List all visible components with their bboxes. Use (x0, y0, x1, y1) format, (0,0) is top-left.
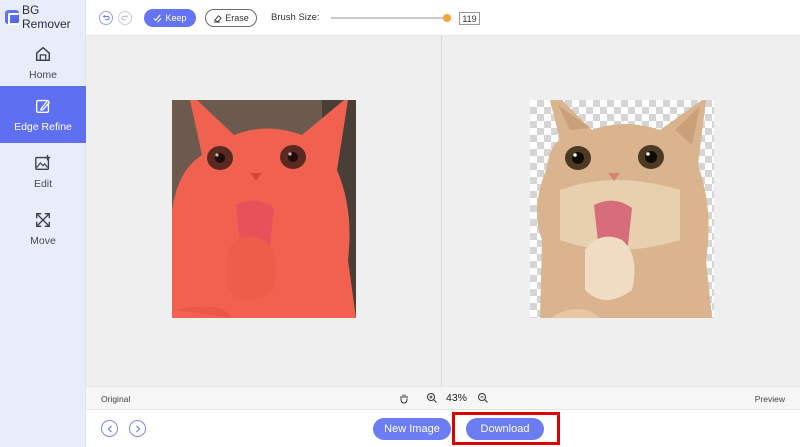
original-cat-image (172, 100, 356, 318)
canvas-area (86, 36, 800, 386)
undo-icon (102, 14, 110, 21)
sidebar-item-label: Move (30, 234, 56, 247)
erase-button[interactable]: Erase (205, 9, 257, 27)
app-brand: BG Remover (0, 0, 86, 34)
brush-size-value[interactable]: 119 (459, 12, 480, 25)
keep-label: Keep (165, 13, 187, 23)
app-logo-icon (5, 10, 20, 25)
original-label: Original (101, 394, 131, 404)
sidebar-item-edit[interactable]: Edit (0, 143, 86, 200)
top-toolbar: Keep Erase Brush Size: 119 (86, 0, 800, 36)
preview-image[interactable] (530, 100, 714, 318)
eraser-icon (214, 14, 222, 23)
status-bar: Original 43% Preview (86, 386, 800, 410)
preview-label: Preview (754, 394, 785, 404)
sidebar-item-home[interactable]: Home (0, 34, 86, 91)
erase-label: Erase (225, 13, 249, 23)
chevron-right-icon (135, 425, 140, 432)
sidebar: BG Remover Home Edge Refine Edit Move (0, 0, 86, 447)
redo-icon (121, 14, 129, 21)
home-icon (35, 46, 51, 61)
keep-button[interactable]: Keep (144, 9, 196, 27)
zoom-level: 43% (446, 392, 468, 404)
edit-image-icon (35, 154, 51, 170)
zoom-in-icon[interactable] (426, 392, 438, 404)
brush-size-label: Brush Size: (271, 12, 320, 23)
compare-divider (441, 36, 442, 386)
brush-size-slider[interactable] (331, 14, 451, 22)
sidebar-item-label: Edit (33, 177, 53, 190)
next-image-button[interactable] (129, 420, 146, 437)
previous-image-button[interactable] (101, 420, 118, 437)
redo-button[interactable] (118, 11, 132, 25)
sidebar-item-move[interactable]: Move (0, 200, 86, 257)
hand-pan-icon[interactable] (398, 392, 410, 404)
sidebar-item-label: Edge Refine (14, 120, 72, 133)
sidebar-item-edge-refine[interactable]: Edge Refine (0, 86, 86, 143)
original-image[interactable] (172, 100, 356, 318)
new-image-button[interactable]: New Image (373, 418, 451, 440)
brush-size-slider-handle[interactable] (442, 14, 451, 22)
move-icon (36, 212, 50, 227)
download-button[interactable]: Download (466, 418, 544, 440)
bottom-bar: New Image Download (86, 410, 800, 447)
chevron-left-icon (107, 425, 112, 432)
undo-button[interactable] (99, 11, 113, 25)
app-title: BG Remover (22, 3, 71, 31)
preview-cat-image (536, 100, 712, 318)
sidebar-item-label: Home (28, 68, 57, 81)
keep-brush-icon (153, 14, 162, 22)
brush-size-slider-fill (331, 17, 447, 19)
edge-refine-icon (36, 99, 50, 113)
zoom-out-icon[interactable] (477, 392, 489, 404)
